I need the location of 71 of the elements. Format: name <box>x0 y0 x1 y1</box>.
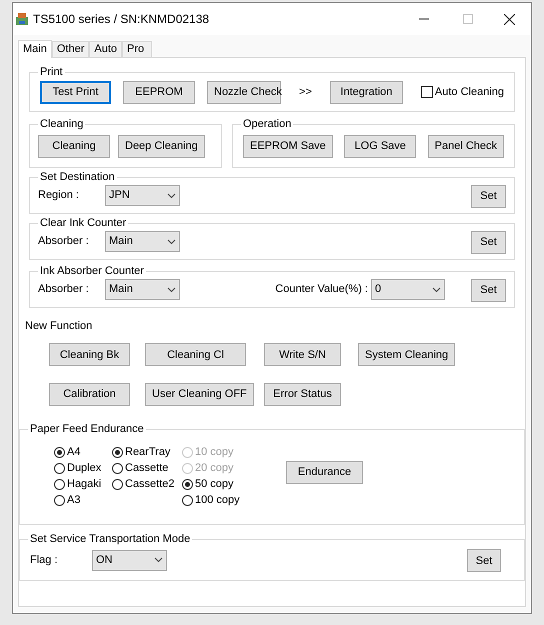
button[interactable]: LOG Save <box>344 134 416 158</box>
button[interactable]: Panel Check <box>428 134 504 158</box>
radio-label: 50 copy <box>195 476 234 492</box>
button[interactable]: Cleaning <box>38 134 110 158</box>
arrows-text: >> <box>299 84 312 100</box>
radio-button[interactable] <box>112 478 123 490</box>
chevron-down-icon <box>167 192 176 198</box>
dropdown[interactable]: Main <box>105 231 180 252</box>
field-label: Absorber : <box>38 234 90 250</box>
checkbox[interactable] <box>420 86 433 98</box>
button[interactable]: User Cleaning OFF <box>145 383 254 406</box>
radio-button[interactable] <box>182 478 193 490</box>
tab[interactable]: Main <box>18 40 52 58</box>
radio-label: 10 copy <box>195 444 234 460</box>
group-title: Paper Feed Endurance <box>28 422 146 436</box>
dropdown[interactable]: ON <box>92 550 167 570</box>
radio-button[interactable] <box>54 446 65 458</box>
dropdown[interactable]: JPN <box>105 185 180 206</box>
button[interactable]: System Cleaning <box>358 343 456 366</box>
tab[interactable]: Auto <box>89 41 122 57</box>
button[interactable]: Deep Cleaning <box>118 134 205 158</box>
dropdown[interactable]: Main <box>105 279 180 300</box>
button[interactable]: Set <box>471 184 506 208</box>
radio-label: RearTray <box>125 444 170 460</box>
field-label: Absorber : <box>38 282 90 298</box>
group-title: Cleaning <box>38 117 86 131</box>
radio-label: 20 copy <box>195 460 234 476</box>
field-label: Counter Value(%) : <box>275 282 368 298</box>
radio-label: A4 <box>67 444 80 460</box>
radio-button[interactable] <box>54 478 65 490</box>
chevron-down-icon <box>432 286 441 292</box>
radio-button[interactable] <box>112 462 123 474</box>
section-title: New Function <box>25 319 94 334</box>
chevron-down-icon <box>167 286 176 292</box>
button[interactable]: Integration <box>330 80 403 104</box>
button[interactable]: Set <box>471 230 506 254</box>
button[interactable]: Error Status <box>264 383 341 406</box>
radio-label: Cassette <box>125 460 168 476</box>
radio-button[interactable] <box>54 462 65 474</box>
radio-label: A3 <box>67 492 80 508</box>
field-label: Region : <box>38 188 80 204</box>
button[interactable]: Nozzle Check <box>207 80 282 104</box>
close-icon[interactable] <box>504 14 515 24</box>
radio-label: 100 copy <box>195 492 240 508</box>
field-label: Flag : <box>30 552 59 568</box>
group-title: Operation <box>241 117 294 131</box>
button[interactable]: Set <box>467 549 501 572</box>
radio-label: Cassette2 <box>125 476 175 492</box>
chevron-down-icon <box>167 238 176 244</box>
button[interactable]: Test Print <box>40 80 111 104</box>
radio-label: Hagaki <box>67 476 102 492</box>
button[interactable]: EEPROM <box>123 80 195 104</box>
printer-icon <box>15 12 29 26</box>
button[interactable]: Endurance <box>286 460 363 484</box>
button[interactable]: Cleaning Cl <box>145 343 246 366</box>
radio-button[interactable] <box>54 494 65 506</box>
chevron-down-icon <box>154 557 163 563</box>
tab[interactable]: Other <box>52 41 90 57</box>
button[interactable]: Cleaning Bk <box>49 343 130 366</box>
button[interactable]: Set <box>471 278 506 302</box>
radio-label: Duplex <box>67 460 102 476</box>
button[interactable]: Calibration <box>49 383 130 406</box>
radio-button[interactable] <box>112 446 123 458</box>
group-title: Set Service Transportation Mode <box>28 532 192 546</box>
dropdown[interactable]: 0 <box>371 279 445 300</box>
button[interactable]: Write S/N <box>264 343 341 366</box>
tab[interactable]: Pro <box>122 41 152 57</box>
checkbox-label: Auto Cleaning <box>434 84 504 100</box>
radio-button[interactable] <box>182 494 193 506</box>
window-title: TS5100 series / SN:KNMD02138 <box>33 11 210 28</box>
button[interactable]: EEPROM Save <box>243 134 333 158</box>
